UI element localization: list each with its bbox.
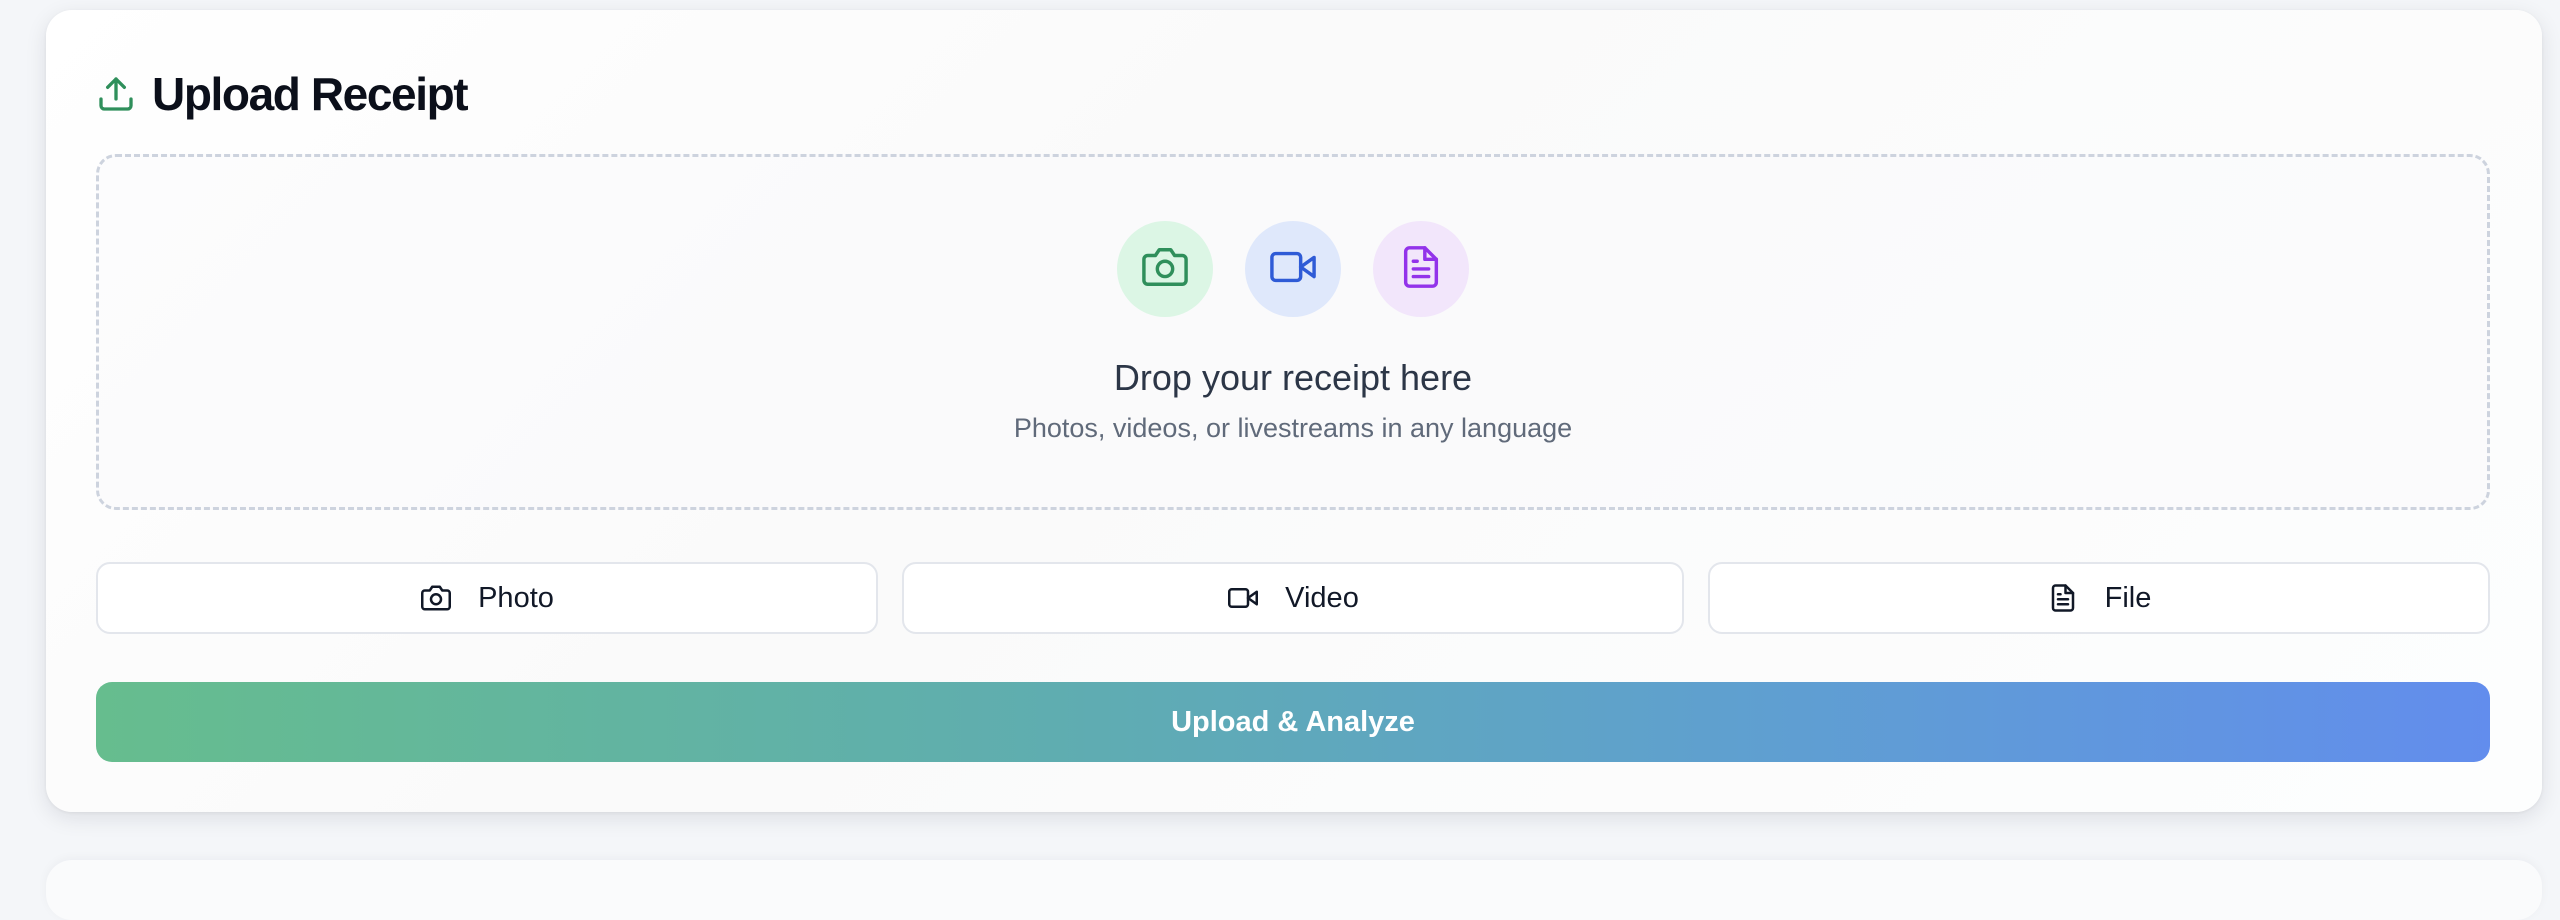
upload-analyze-button[interactable]: Upload & Analyze [96, 682, 2490, 762]
card-header: Upload Receipt [96, 54, 469, 134]
video-icon-badge [1245, 221, 1341, 317]
upload-receipt-card: Upload Receipt Drop your receipt here Ph… [46, 10, 2542, 812]
video-button[interactable]: Video [902, 562, 1684, 634]
dropzone-subtitle: Photos, videos, or livestreams in any la… [1013, 413, 1573, 443]
document-icon-badge [1373, 221, 1469, 317]
video-icon [1270, 244, 1316, 295]
document-icon [2047, 582, 2079, 614]
dropzone-icon-row [99, 221, 2487, 317]
document-icon [1398, 244, 1444, 295]
file-button[interactable]: File [1708, 562, 2490, 634]
file-button-label: File [2104, 581, 2152, 614]
video-button-label: Video [1285, 581, 1359, 614]
camera-icon [420, 582, 452, 614]
upload-icon [96, 74, 136, 114]
receipt-dropzone[interactable]: Drop your receipt here Photos, videos, o… [96, 154, 2490, 510]
camera-icon-badge [1117, 221, 1213, 317]
photo-button[interactable]: Photo [96, 562, 878, 634]
upload-options: Photo Video File [96, 562, 2490, 634]
next-card [46, 860, 2542, 920]
dropzone-title: Drop your receipt here [1113, 357, 1473, 398]
camera-icon [1142, 244, 1188, 295]
photo-button-label: Photo [478, 581, 554, 614]
video-icon [1227, 582, 1259, 614]
page-title: Upload Receipt [152, 68, 469, 120]
